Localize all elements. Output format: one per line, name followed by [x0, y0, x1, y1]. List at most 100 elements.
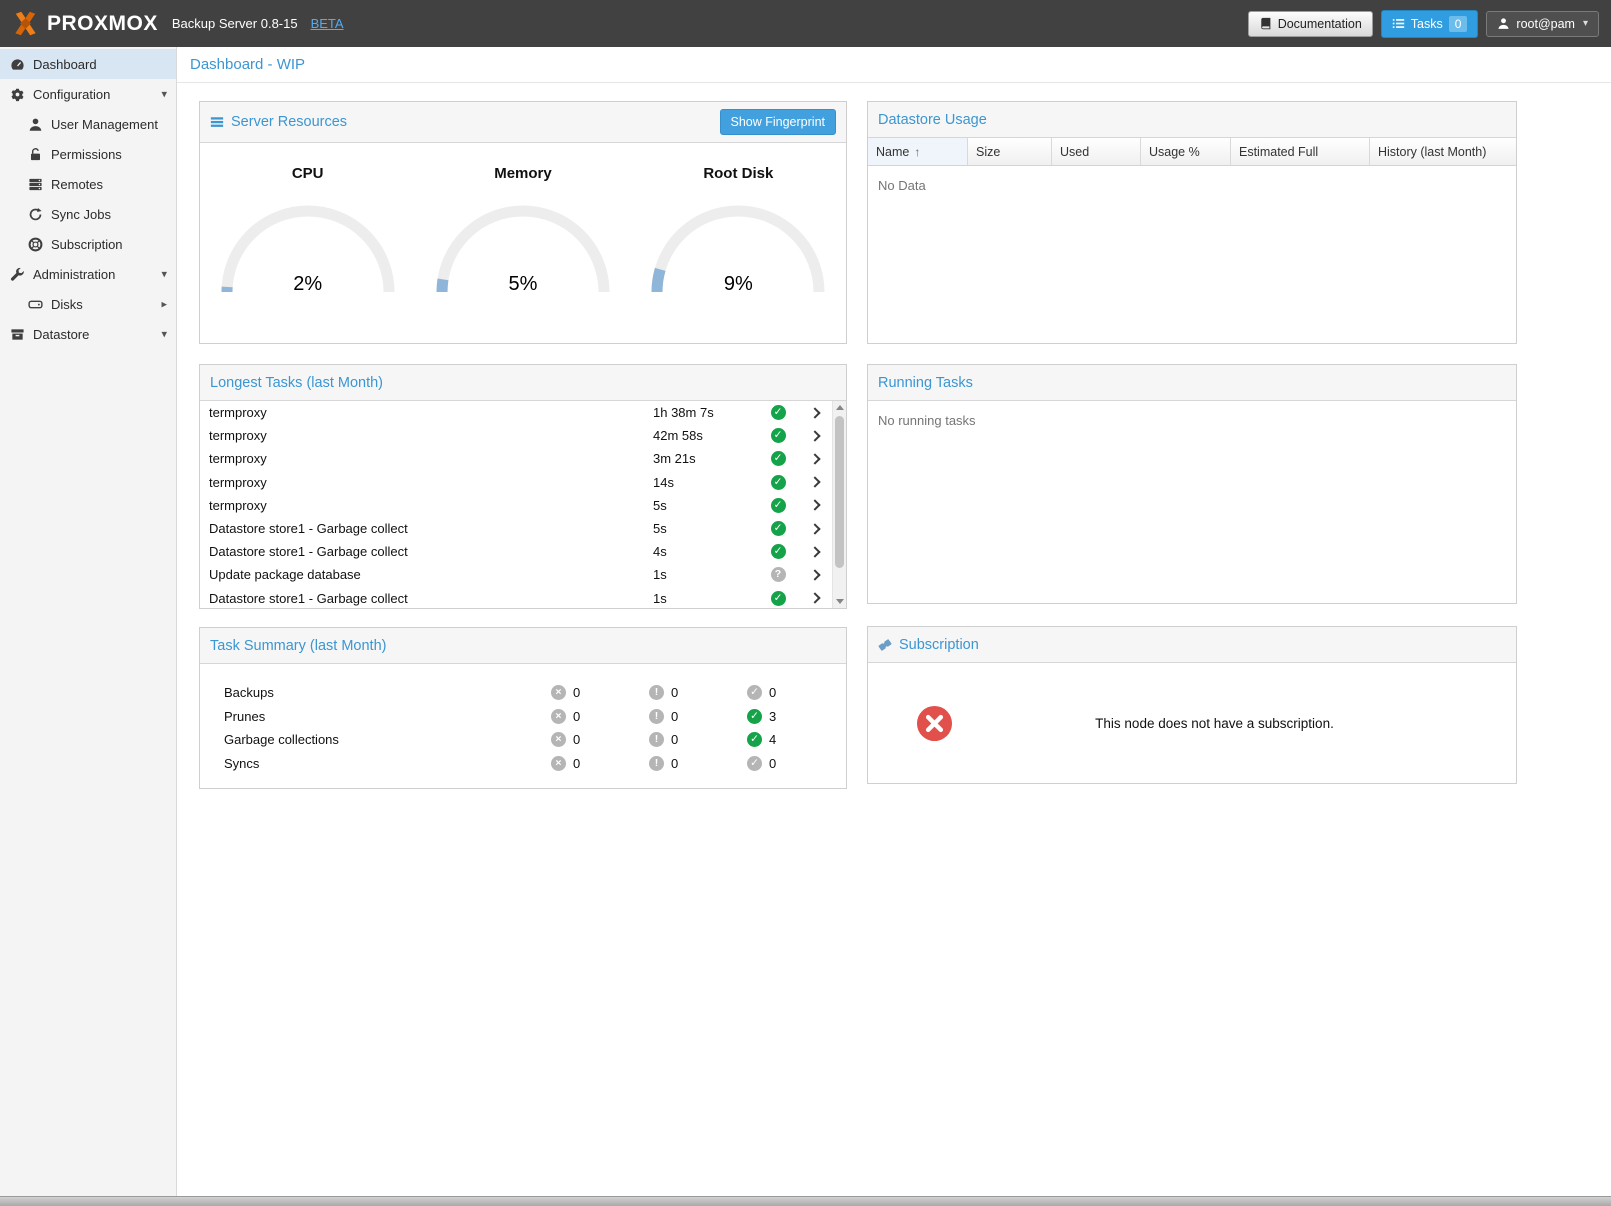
panel-title: Datastore Usage	[878, 112, 987, 128]
show-fingerprint-button[interactable]: Show Fingerprint	[720, 109, 837, 135]
proxmox-logo-text: PROXMOX	[47, 12, 158, 36]
warning-count-icon: !	[649, 732, 664, 747]
subscription-header: Subscription	[868, 627, 1516, 663]
root-disk-gauge: Root Disk 9%	[631, 165, 846, 343]
task-row[interactable]: termproxy 1h 38m 7s ✓	[200, 401, 832, 424]
summary-row-garbage-collections: Garbage collections ×0 !0 ✓4	[224, 728, 846, 752]
chevron-right-icon[interactable]	[798, 478, 832, 486]
column-header-name[interactable]: Name ↑	[868, 138, 968, 165]
task-row[interactable]: termproxy 3m 21s ✓	[200, 447, 832, 470]
sidebar-item-label: Configuration	[33, 87, 110, 102]
panel-longest-tasks: Longest Tasks (last Month) termproxy 1h …	[199, 364, 847, 609]
no-data-text: No Data	[868, 166, 1516, 205]
status-ok-icon: ✓	[771, 521, 786, 536]
user-label: root@pam	[1516, 17, 1575, 31]
tasks-button[interactable]: Tasks 0	[1381, 10, 1479, 38]
status-ok-icon: ✓	[771, 475, 786, 490]
task-row[interactable]: termproxy 5s ✓	[200, 494, 832, 517]
app-version-text: Backup Server 0.8-15	[172, 16, 298, 31]
no-running-tasks-text: No running tasks	[868, 401, 1516, 440]
column-header-history[interactable]: History (last Month)	[1370, 138, 1516, 165]
chevron-right-icon[interactable]	[798, 548, 832, 556]
gauge-value: 9%	[643, 273, 833, 296]
sidebar-item-dashboard[interactable]: Dashboard	[0, 49, 176, 79]
life-ring-icon	[26, 237, 44, 252]
summary-row-prunes: Prunes ×0 !0 ✓3	[224, 705, 846, 729]
scroll-down-icon[interactable]	[833, 595, 846, 608]
brand: PROXMOX Backup Server 0.8-15 BETA	[12, 10, 344, 37]
datastore-usage-column-headers: Name ↑ Size Used Usage % Estimated Full …	[868, 138, 1516, 166]
sidebar-item-subscription[interactable]: Subscription	[0, 229, 176, 259]
sidebar-item-configuration[interactable]: Configuration ▾	[0, 79, 176, 109]
sidebar-item-label: Subscription	[51, 237, 123, 252]
sidebar-item-label: Dashboard	[33, 57, 97, 72]
wrench-icon	[8, 267, 26, 282]
chevron-right-icon[interactable]	[798, 455, 832, 463]
memory-gauge: Memory 5%	[415, 165, 630, 343]
longest-tasks-header: Longest Tasks (last Month)	[200, 365, 846, 401]
running-tasks-header: Running Tasks	[868, 365, 1516, 401]
chevron-down-icon[interactable]: ▾	[161, 328, 167, 341]
chevron-down-icon[interactable]: ▾	[161, 268, 167, 281]
unlock-icon	[26, 147, 44, 162]
column-header-used[interactable]: Used	[1052, 138, 1141, 165]
scroll-up-icon[interactable]	[833, 401, 846, 414]
task-row[interactable]: Datastore store1 - Garbage collect 5s ✓	[200, 517, 832, 540]
chevron-right-icon[interactable]: ▸	[161, 298, 167, 311]
error-count-icon: ×	[551, 732, 566, 747]
tachometer-icon	[8, 57, 26, 72]
bars-icon	[210, 115, 224, 129]
ok-count-icon: ✓	[747, 709, 762, 724]
column-header-size[interactable]: Size	[968, 138, 1052, 165]
panel-subscription: Subscription This node does not have a s…	[867, 626, 1517, 784]
column-header-estimated-full[interactable]: Estimated Full	[1231, 138, 1370, 165]
sidebar-item-permissions[interactable]: Permissions	[0, 139, 176, 169]
archive-icon	[8, 327, 26, 342]
vertical-scrollbar[interactable]	[832, 401, 846, 608]
gauges-row: CPU 2% Memory	[200, 143, 846, 343]
beta-link[interactable]: BETA	[311, 16, 344, 31]
scrollbar-thumb[interactable]	[835, 416, 844, 568]
sidebar-item-administration[interactable]: Administration ▾	[0, 259, 176, 289]
chevron-right-icon[interactable]	[798, 501, 832, 509]
server-icon	[26, 177, 44, 192]
warning-count-icon: !	[649, 756, 664, 771]
no-subscription-icon	[916, 705, 953, 742]
chevron-right-icon[interactable]	[798, 409, 832, 417]
sidebar-item-remotes[interactable]: Remotes	[0, 169, 176, 199]
book-icon	[1259, 17, 1272, 30]
summary-row-syncs: Syncs ×0 !0 ✓0	[224, 752, 846, 776]
tasks-label: Tasks	[1411, 17, 1443, 31]
chevron-right-icon[interactable]	[798, 594, 832, 602]
datastore-usage-header: Datastore Usage	[868, 102, 1516, 138]
chevron-right-icon[interactable]	[798, 525, 832, 533]
documentation-button[interactable]: Documentation	[1248, 11, 1373, 37]
chevron-right-icon[interactable]	[798, 571, 832, 579]
sidebar-item-label: Sync Jobs	[51, 207, 111, 222]
sidebar-item-datastore[interactable]: Datastore ▾	[0, 319, 176, 349]
task-summary-header: Task Summary (last Month)	[200, 628, 846, 664]
task-row[interactable]: termproxy 14s ✓	[200, 471, 832, 494]
status-ok-icon: ✓	[771, 591, 786, 606]
column-header-usage-percent[interactable]: Usage %	[1141, 138, 1231, 165]
sidebar-item-user-management[interactable]: User Management	[0, 109, 176, 139]
status-ok-icon: ✓	[771, 544, 786, 559]
gears-icon	[8, 87, 26, 102]
ok-count-icon: ✓	[747, 756, 762, 771]
task-row[interactable]: Datastore store1 - Garbage collect 4s ✓	[200, 540, 832, 563]
horizontal-scrollbar[interactable]	[0, 1196, 1611, 1206]
task-row[interactable]: Datastore store1 - Garbage collect 1s ✓	[200, 587, 832, 609]
sidebar-item-sync-jobs[interactable]: Sync Jobs	[0, 199, 176, 229]
chevron-down-icon[interactable]: ▾	[161, 88, 167, 101]
task-row[interactable]: Update package database 1s ?	[200, 563, 832, 586]
sidebar-item-disks[interactable]: Disks ▸	[0, 289, 176, 319]
documentation-label: Documentation	[1278, 17, 1362, 31]
refresh-icon	[26, 207, 44, 222]
chevron-right-icon[interactable]	[798, 432, 832, 440]
user-menu-button[interactable]: root@pam ▾	[1486, 11, 1599, 37]
subscription-message: This node does not have a subscription.	[953, 716, 1516, 731]
summary-row-backups: Backups ×0 !0 ✓0	[224, 681, 846, 705]
user-icon	[1497, 17, 1510, 30]
sidebar: Dashboard Configuration ▾ User Managemen…	[0, 47, 177, 1196]
task-row[interactable]: termproxy 42m 58s ✓	[200, 424, 832, 447]
